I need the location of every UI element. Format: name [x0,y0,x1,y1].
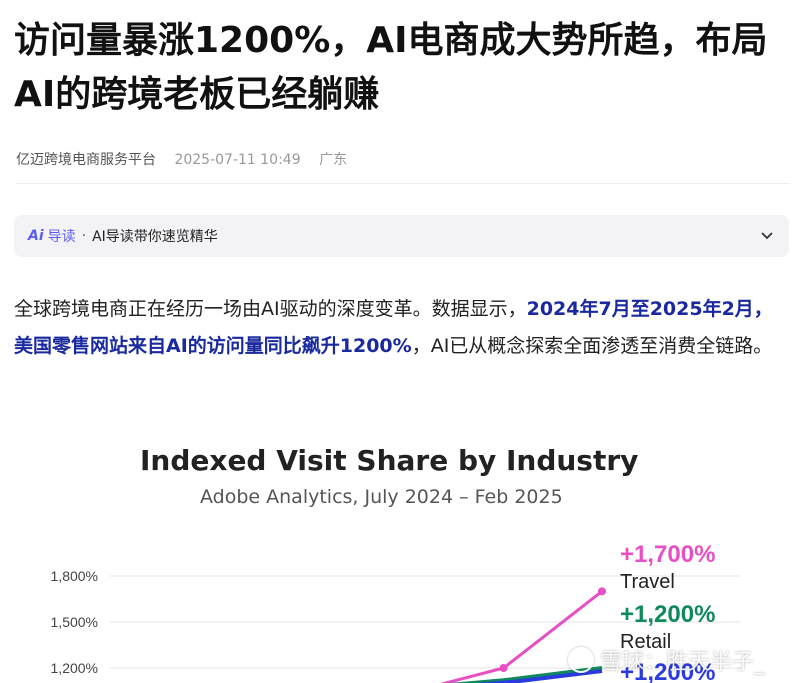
article-source[interactable]: 亿迈跨境电商服务平台 [16,152,156,168]
article-meta: 亿迈跨境电商服务平台 2025-07-11 10:49 广东 [16,149,361,169]
divider [16,183,789,184]
ai-guide-text: AI导读带你速览精华 [92,229,218,245]
snowball-logo-icon [568,647,594,673]
chevron-down-icon[interactable] [759,228,775,244]
series-value-label: +1,700% [620,541,715,568]
watermark-text: 雪球：胜天半子_ [600,650,766,675]
y-tick-label: 1,200% [51,660,98,676]
series-name-label: Travel [620,571,675,593]
article-date: 2025-07-11 10:49 [174,152,301,168]
ai-guide-bar[interactable]: Ai 导读 · AI导读带你速览精华 [14,215,789,257]
ai-guide-label: 导读 [47,229,76,245]
series-point [499,664,508,672]
series-point [598,587,606,596]
paragraph-text-2: ，AI已从概念探索全面渗透至消费全链路。 [411,335,773,357]
watermark: 雪球：胜天半子_ [568,644,765,676]
article-location: 广东 [319,152,348,168]
ai-logo-icon: Ai [28,228,44,244]
article-paragraph: 全球跨境电商正在经历一场由AI驱动的深度变革。数据显示，2024年7月至2025… [14,291,789,365]
ai-guide-separator: · [81,228,87,244]
y-tick-label: 1,800% [51,568,98,584]
y-tick-label: 1,500% [51,614,98,630]
article-title: 访问量暴涨1200%，AI电商成大势所趋，布局AI的跨境老板已经躺赚 [14,20,768,115]
series-value-label: +1,200% [620,601,715,628]
paragraph-text-1: 全球跨境电商正在经历一场由AI驱动的深度变革。数据显示， [14,298,527,320]
